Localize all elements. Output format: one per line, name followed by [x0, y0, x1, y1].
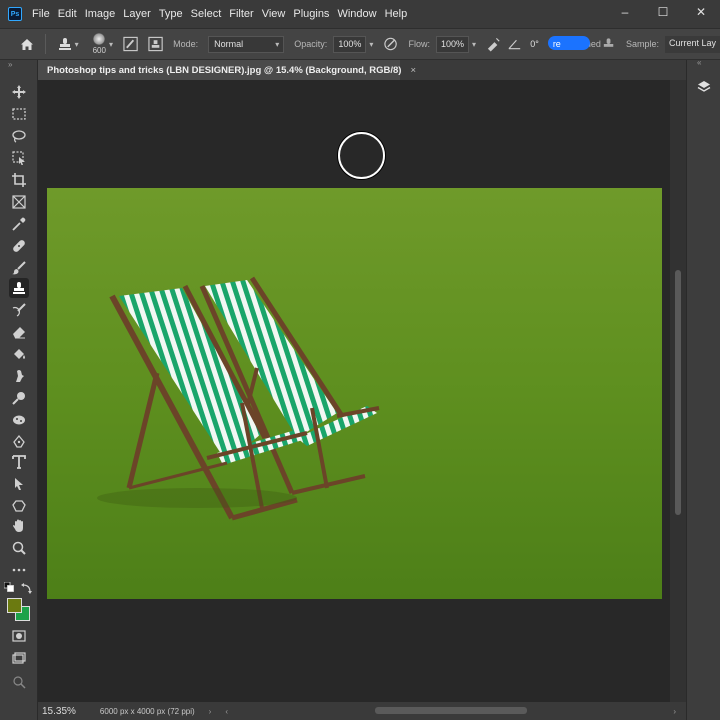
airbrush-icon[interactable]	[486, 36, 501, 52]
zoom-tool-icon[interactable]	[9, 538, 29, 558]
brush-settings-icon[interactable]	[123, 36, 138, 52]
menu-layer[interactable]: Layer	[123, 8, 159, 20]
chevron-down-icon[interactable]: ▾	[472, 40, 476, 49]
object-selection-tool-icon[interactable]	[9, 148, 29, 168]
pressure-size-toggle-label[interactable]: re	[553, 39, 561, 49]
menu-type[interactable]: Type	[159, 8, 191, 20]
scroll-left-icon[interactable]: ‹	[225, 707, 228, 716]
type-tool-icon[interactable]	[9, 452, 29, 472]
flow-label: Flow:	[408, 39, 430, 49]
menu-plugins[interactable]: Plugins	[293, 8, 337, 20]
zoom-level[interactable]: 15.35%	[42, 706, 76, 717]
menu-select[interactable]: Select	[191, 8, 230, 20]
document-tab-title: Photoshop tips and tricks (LBN DESIGNER)…	[47, 64, 402, 76]
menu-image[interactable]: Image	[85, 8, 124, 20]
clone-source-icon[interactable]	[148, 36, 163, 52]
tool-options-bar: ▾ 600 ▾ Mode: Normal ▾ Opacity: 100% ▾ F…	[0, 28, 720, 60]
collapse-panel-icon[interactable]: «	[697, 58, 701, 67]
home-icon[interactable]	[16, 38, 39, 51]
menu-view[interactable]: View	[262, 8, 294, 20]
tool-preset-picker[interactable]: ▾	[58, 37, 79, 51]
swap-colors-icon[interactable]	[20, 582, 32, 594]
minimize-button[interactable]: –	[606, 0, 644, 24]
pen-tool-icon[interactable]	[9, 432, 29, 452]
chevron-right-icon[interactable]: ›	[209, 707, 212, 716]
clone-stamp-tool-icon[interactable]	[9, 278, 29, 298]
window-controls: – ☐ ✕	[606, 0, 720, 28]
menu-window[interactable]: Window	[337, 8, 384, 20]
custom-shape-tool-icon[interactable]	[9, 496, 29, 516]
edit-toolbar-icon[interactable]	[9, 672, 29, 692]
menu-file[interactable]: File	[32, 8, 58, 20]
lasso-tool-icon[interactable]	[9, 126, 29, 146]
brush-tip-icon	[93, 33, 106, 45]
separator	[44, 34, 46, 54]
status-bar: 15.35% 6000 px x 4000 px (72 ppi) › ‹ ›	[38, 702, 686, 720]
eyedropper-tool-icon[interactable]	[9, 214, 29, 234]
eraser-tool-icon[interactable]	[9, 322, 29, 342]
clone-stamp-icon	[58, 38, 71, 50]
pressure-opacity-icon[interactable]	[383, 36, 398, 52]
angle-icon	[508, 39, 521, 50]
vertical-scroll-thumb[interactable]	[675, 270, 681, 515]
path-selection-tool-icon[interactable]	[9, 474, 29, 494]
menu-bar: Ps File Edit Image Layer Type Select Fil…	[0, 0, 720, 28]
menu-help[interactable]: Help	[385, 8, 416, 20]
screen-mode-icon[interactable]	[9, 648, 29, 668]
document-info[interactable]: 6000 px x 4000 px (72 ppi)	[100, 707, 195, 716]
move-tool-icon[interactable]	[9, 82, 29, 102]
dodge-tool-icon[interactable]	[9, 388, 29, 408]
flow-field[interactable]: 100%	[435, 35, 469, 53]
foreground-color-swatch[interactable]	[7, 598, 22, 613]
brush-tool-icon[interactable]	[9, 258, 29, 278]
healing-brush-tool-icon[interactable]	[9, 236, 29, 256]
smudge-tool-icon[interactable]	[9, 366, 29, 386]
mode-value: Normal	[214, 38, 244, 49]
brush-size-value: 600	[92, 46, 106, 55]
right-panel-dock: «	[686, 58, 720, 720]
sample-dropdown[interactable]: Current Lay	[664, 35, 720, 53]
chevron-down-icon[interactable]: ▾	[109, 40, 113, 49]
quick-mask-icon[interactable]	[9, 626, 29, 646]
brush-angle-field[interactable]: 0°	[530, 39, 539, 49]
chevron-down-icon[interactable]: ▾	[369, 40, 373, 49]
layers-panel-icon[interactable]	[693, 76, 715, 98]
menu-filter[interactable]: Filter	[229, 8, 261, 20]
opacity-field[interactable]: 100%	[333, 35, 367, 53]
aligned-stamp-icon[interactable]	[601, 36, 616, 52]
marquee-tool-icon[interactable]	[9, 104, 29, 124]
horizontal-scroll-thumb[interactable]	[375, 707, 527, 714]
crop-tool-icon[interactable]	[9, 170, 29, 190]
history-brush-tool-icon[interactable]	[9, 300, 29, 320]
chevron-down-icon: ▾	[275, 39, 280, 49]
chevron-down-icon: ▾	[74, 39, 79, 49]
sample-label: Sample:	[625, 39, 659, 49]
maximize-button[interactable]: ☐	[644, 0, 682, 24]
hand-tool-icon[interactable]	[9, 516, 29, 536]
mode-label: Mode:	[173, 39, 199, 49]
scroll-right-icon[interactable]: ›	[673, 707, 676, 716]
close-button[interactable]: ✕	[682, 0, 720, 24]
sponge-tool-icon[interactable]	[9, 410, 29, 430]
document-tab[interactable]: Photoshop tips and tricks (LBN DESIGNER)…	[38, 60, 416, 80]
photoshop-logo-icon[interactable]: Ps	[8, 7, 22, 21]
opacity-label: Opacity:	[294, 39, 328, 49]
more-tools-icon[interactable]	[9, 560, 29, 580]
brush-cursor	[338, 132, 385, 179]
menu-edit[interactable]: Edit	[58, 8, 85, 20]
paint-bucket-tool-icon[interactable]	[9, 344, 29, 364]
document-image[interactable]	[47, 188, 662, 599]
brush-preset-picker[interactable]: 600	[93, 33, 106, 55]
tools-panel: »	[0, 60, 38, 720]
close-tab-icon[interactable]: ×	[410, 65, 416, 76]
frame-tool-icon[interactable]	[9, 192, 29, 212]
default-colors-icon[interactable]	[4, 582, 14, 592]
collapse-panel-icon[interactable]: »	[8, 60, 12, 69]
mode-dropdown[interactable]: Normal ▾	[208, 35, 285, 53]
